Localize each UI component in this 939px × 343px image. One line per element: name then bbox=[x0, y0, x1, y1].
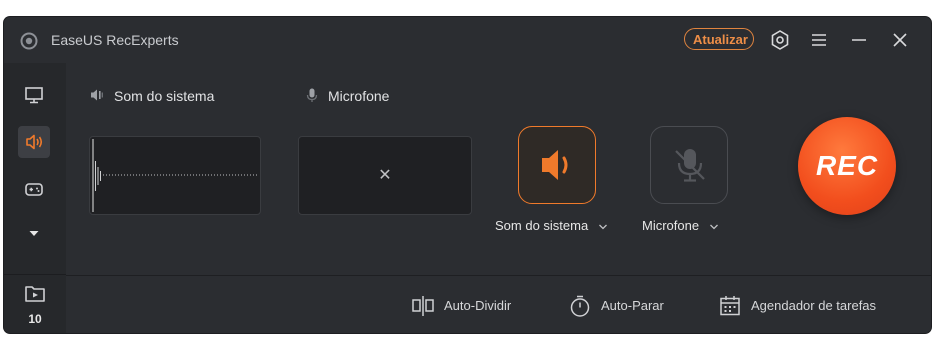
speaker-icon bbox=[26, 134, 43, 150]
app-window: EaseUS RecExperts Atualizar 10 Som do si… bbox=[4, 17, 931, 333]
system-sound-dropdown-label: Som do sistema bbox=[495, 218, 589, 233]
microphone-muted-icon bbox=[675, 149, 705, 182]
chevron-down-icon bbox=[709, 224, 718, 229]
recordings-list-button[interactable]: 10 bbox=[4, 275, 66, 333]
chevron-down-icon bbox=[598, 224, 607, 229]
speaker-icon bbox=[91, 89, 103, 101]
system-sound-label: Som do sistema bbox=[114, 88, 215, 104]
microphone-dropdown[interactable]: Microfone bbox=[642, 218, 719, 233]
triangle-down-icon bbox=[29, 231, 39, 236]
app-title: EaseUS RecExperts bbox=[51, 32, 179, 48]
mode-sidebar: 10 bbox=[4, 63, 66, 333]
microphone-icon bbox=[306, 88, 318, 102]
folder-play-icon bbox=[25, 286, 45, 302]
microphone-dropdown-label: Microfone bbox=[642, 218, 700, 233]
title-bar: EaseUS RecExperts Atualizar bbox=[4, 17, 931, 63]
close-icon[interactable] bbox=[888, 28, 912, 52]
audio-recording-panel: Som do sistema Microfone ✕ Som do sistem… bbox=[66, 63, 931, 275]
app-logo-icon bbox=[20, 32, 38, 50]
recordings-count: 10 bbox=[28, 312, 42, 326]
microphone-toggle[interactable] bbox=[650, 126, 728, 204]
monitor-icon bbox=[25, 87, 43, 104]
settings-hex-icon[interactable] bbox=[768, 28, 792, 52]
waveform-graphic bbox=[92, 139, 258, 212]
record-button[interactable]: REC bbox=[798, 117, 896, 215]
sidebar-item-screen[interactable] bbox=[18, 79, 50, 111]
auto-stop-label: Auto-Parar bbox=[601, 298, 664, 313]
gamepad-icon bbox=[25, 183, 43, 196]
no-input-mark: ✕ bbox=[378, 167, 392, 184]
minimize-icon[interactable] bbox=[847, 28, 871, 52]
bottom-toolbar: Auto-Dividir Auto-Parar Agendador de tar… bbox=[66, 275, 931, 333]
record-button-label: REC bbox=[815, 150, 879, 181]
timer-icon bbox=[570, 295, 590, 317]
split-icon bbox=[412, 296, 434, 316]
sidebar-more-button[interactable] bbox=[18, 217, 50, 249]
speaker-on-icon bbox=[542, 150, 568, 180]
upgrade-button[interactable]: Atualizar bbox=[684, 28, 754, 50]
menu-icon[interactable] bbox=[807, 28, 831, 52]
sidebar-item-game[interactable] bbox=[18, 173, 50, 205]
system-sound-dropdown[interactable]: Som do sistema bbox=[495, 218, 608, 233]
microphone-preview: ✕ bbox=[298, 136, 472, 215]
auto-split-label: Auto-Dividir bbox=[444, 298, 512, 313]
calendar-icon bbox=[720, 296, 740, 316]
microphone-label: Microfone bbox=[328, 88, 390, 104]
system-sound-waveform bbox=[89, 136, 261, 215]
task-scheduler-label: Agendador de tarefas bbox=[751, 298, 877, 313]
system-sound-toggle[interactable] bbox=[518, 126, 596, 204]
sidebar-item-audio[interactable] bbox=[18, 126, 50, 158]
